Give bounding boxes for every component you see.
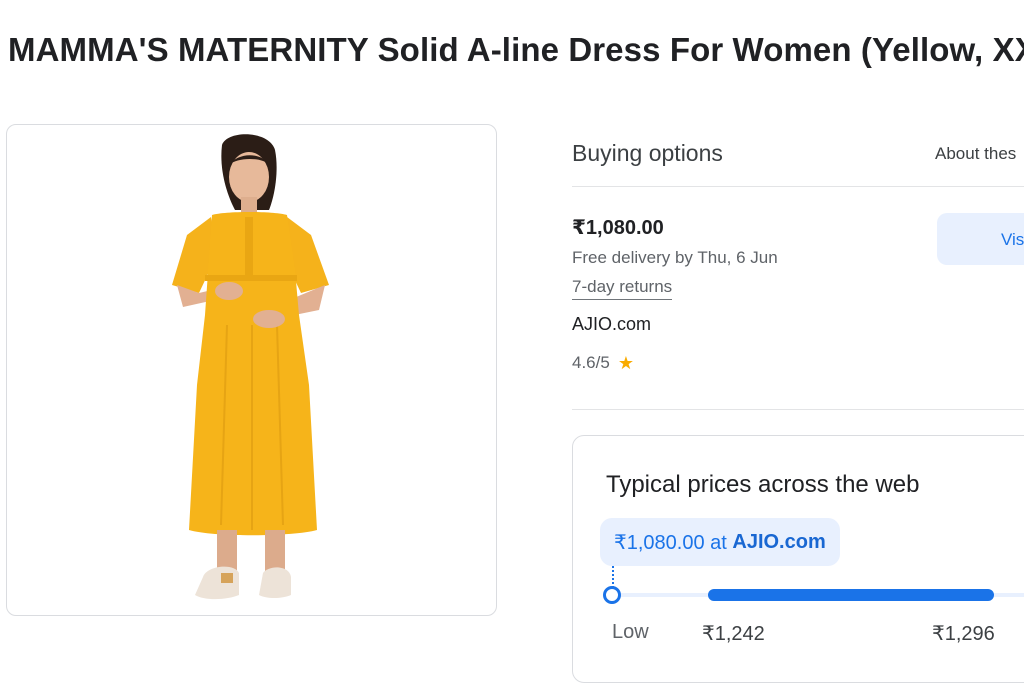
chip-connector [612,566,614,588]
offer-divider [572,409,1024,410]
rating-value: 4.6/5 [572,353,610,372]
current-price-chip[interactable]: ₹1,080.00 at AJIO.com [600,518,840,566]
header-divider [572,186,1024,187]
offer-returns-link[interactable]: 7-day returns [572,277,673,300]
buying-options-header: Buying options [572,140,723,166]
current-price-marker [603,586,621,604]
typical-price-range-bar [708,589,994,601]
offer-rating: 4.6/5 ★ [572,353,634,373]
product-title: MAMMA'S MATERNITY Solid A-line Dress For… [8,31,1024,68]
offer-price: ₹1,080.00 [572,217,664,239]
offer-seller: AJIO.com [572,314,652,334]
range-low-label: Low [612,621,649,643]
product-photo [172,134,329,600]
offer-delivery: Free delivery by Thu, 6 Jun [572,248,778,267]
star-icon: ★ [617,353,634,373]
range-low-price: ₹1,242 [702,623,765,645]
range-high-price: ₹1,296 [932,623,995,645]
chip-price: ₹1,080.00 at [614,531,727,554]
typical-prices-title: Typical prices across the web [606,471,920,498]
chip-seller: AJIO.com [732,530,826,553]
about-these-results-link[interactable]: About thes [935,143,1016,165]
visit-site-button[interactable]: Vis [937,213,1024,265]
shopping-product-page: MAMMA'S MATERNITY Solid A-line Dress For… [0,0,1024,683]
product-image-card[interactable] [6,124,497,616]
